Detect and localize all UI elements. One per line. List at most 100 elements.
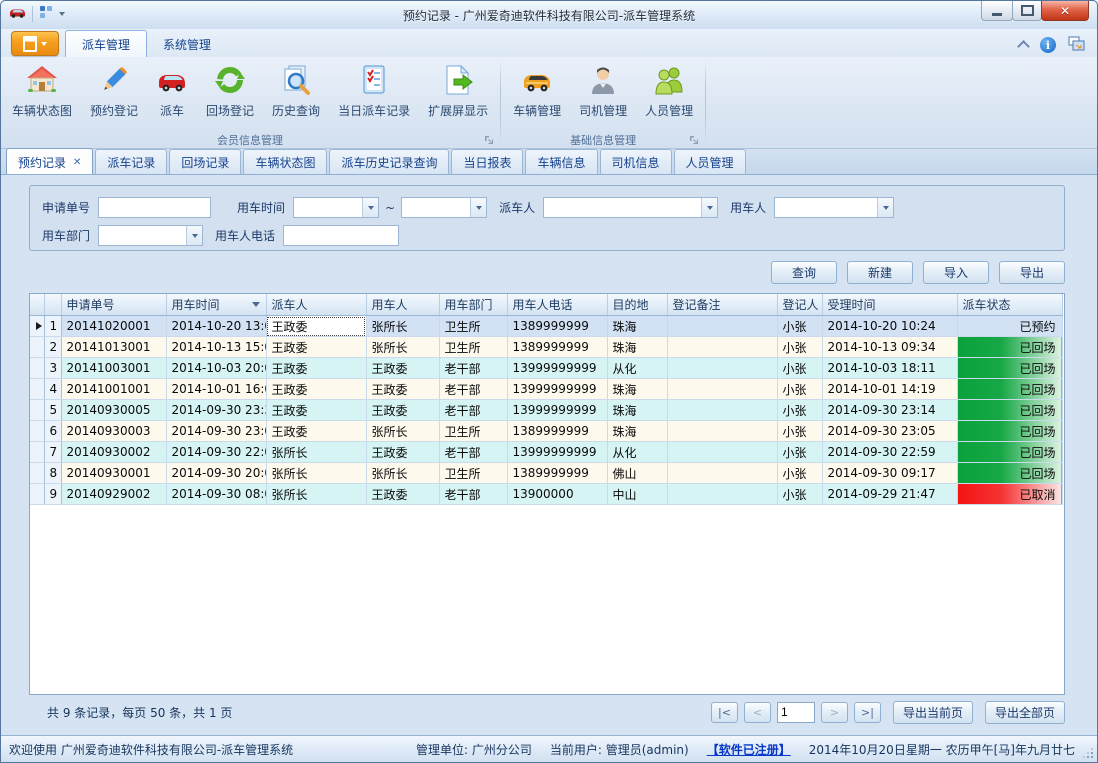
- screen-switch-icon[interactable]: [1068, 36, 1085, 54]
- cell-order-no[interactable]: 20140930005: [61, 400, 166, 421]
- cell-remark[interactable]: [667, 421, 777, 442]
- cell-accept-time[interactable]: 2014-09-30 09:17: [822, 463, 957, 484]
- first-page-button[interactable]: |<: [711, 702, 738, 723]
- cell-dept[interactable]: 老干部: [439, 358, 507, 379]
- header-status[interactable]: 派车状态: [957, 294, 1062, 316]
- cell-dispatcher[interactable]: 王政委: [266, 358, 366, 379]
- cell-dept[interactable]: 老干部: [439, 379, 507, 400]
- close-tab-icon[interactable]: ✕: [73, 158, 81, 168]
- use-time-from-select[interactable]: [293, 197, 379, 218]
- cell-order-no[interactable]: 20141001001: [61, 379, 166, 400]
- cell-phone[interactable]: 1389999999: [507, 337, 607, 358]
- cell-phone[interactable]: 1389999999: [507, 463, 607, 484]
- page-number-input[interactable]: [777, 702, 815, 723]
- tab-vehicle-info[interactable]: 车辆信息: [525, 149, 597, 174]
- cell-remark[interactable]: [667, 316, 777, 337]
- import-button[interactable]: 导入: [923, 261, 989, 284]
- table-row[interactable]: 1 20141020001 2014-10-20 13:00 王政委 张所长 卫…: [30, 316, 1062, 337]
- dept-select[interactable]: [98, 225, 203, 246]
- cell-dispatcher[interactable]: 张所长: [266, 442, 366, 463]
- ribbon-button-dispatch[interactable]: 派车: [147, 58, 197, 131]
- header-destination[interactable]: 目的地: [607, 294, 667, 316]
- cell-remark[interactable]: [667, 379, 777, 400]
- cell-dept[interactable]: 卫生所: [439, 421, 507, 442]
- cell-remark[interactable]: [667, 484, 777, 505]
- cell-dept[interactable]: 卫生所: [439, 316, 507, 337]
- cell-use-time[interactable]: 2014-09-30 22:00: [166, 442, 266, 463]
- cell-accept-time[interactable]: 2014-09-30 22:59: [822, 442, 957, 463]
- cell-remark[interactable]: [667, 463, 777, 484]
- tab-personnel-mgmt[interactable]: 人员管理: [674, 149, 746, 174]
- cell-user[interactable]: 张所长: [366, 463, 439, 484]
- header-dispatcher[interactable]: 派车人: [266, 294, 366, 316]
- tab-dispatch-history-query[interactable]: 派车历史记录查询: [329, 149, 449, 174]
- cell-destination[interactable]: 珠海: [607, 421, 667, 442]
- cell-order-no[interactable]: 20140929002: [61, 484, 166, 505]
- cell-accept-time[interactable]: 2014-09-30 23:14: [822, 400, 957, 421]
- cell-dept[interactable]: 卫生所: [439, 463, 507, 484]
- cell-status[interactable]: 已回场: [957, 379, 1062, 400]
- order-no-input[interactable]: [98, 197, 211, 218]
- cell-status[interactable]: 已回场: [957, 358, 1062, 379]
- cell-phone[interactable]: 13999999999: [507, 358, 607, 379]
- dialog-launcher-icon[interactable]: [484, 135, 494, 145]
- cell-registrar[interactable]: 小张: [777, 484, 822, 505]
- cell-dispatcher[interactable]: 张所长: [266, 463, 366, 484]
- header-dept[interactable]: 用车部门: [439, 294, 507, 316]
- dialog-launcher-icon[interactable]: [689, 135, 699, 145]
- application-menu-button[interactable]: [11, 31, 59, 56]
- ribbon-button-extended-screen[interactable]: 扩展屏显示: [419, 58, 497, 131]
- info-icon[interactable]: i: [1040, 37, 1056, 53]
- ribbon-tab-system[interactable]: 系统管理: [147, 31, 227, 57]
- table-row[interactable]: 4 20141001001 2014-10-01 16:00 王政委 王政委 老…: [30, 379, 1062, 400]
- cell-use-time[interactable]: 2014-10-03 20:00: [166, 358, 266, 379]
- cell-registrar[interactable]: 小张: [777, 463, 822, 484]
- header-use-time[interactable]: 用车时间: [166, 294, 266, 316]
- cell-user[interactable]: 张所长: [366, 421, 439, 442]
- resize-grip-icon[interactable]: [1083, 748, 1093, 758]
- query-button[interactable]: 查询: [771, 261, 837, 284]
- cell-user[interactable]: 王政委: [366, 358, 439, 379]
- cell-phone[interactable]: 13999999999: [507, 442, 607, 463]
- cell-status[interactable]: 已回场: [957, 463, 1062, 484]
- export-all-pages-button[interactable]: 导出全部页: [985, 701, 1065, 724]
- dispatcher-select[interactable]: [543, 197, 718, 218]
- ribbon-tab-dispatch[interactable]: 派车管理: [65, 30, 147, 57]
- cell-registrar[interactable]: 小张: [777, 442, 822, 463]
- header-user[interactable]: 用车人: [366, 294, 439, 316]
- cell-destination[interactable]: 从化: [607, 358, 667, 379]
- header-accept-time[interactable]: 受理时间: [822, 294, 957, 316]
- tab-return-records[interactable]: 回场记录: [169, 149, 241, 174]
- cell-status[interactable]: 已回场: [957, 400, 1062, 421]
- filter-arrow-icon[interactable]: [252, 302, 260, 311]
- export-current-page-button[interactable]: 导出当前页: [893, 701, 973, 724]
- cell-remark[interactable]: [667, 400, 777, 421]
- cell-remark[interactable]: [667, 358, 777, 379]
- header-order-no[interactable]: 申请单号: [61, 294, 166, 316]
- table-row[interactable]: 9 20140929002 2014-09-30 08:00 张所长 王政委 老…: [30, 484, 1062, 505]
- cell-user[interactable]: 张所长: [366, 316, 439, 337]
- cell-phone[interactable]: 13900000: [507, 484, 607, 505]
- cell-destination[interactable]: 佛山: [607, 463, 667, 484]
- close-button[interactable]: ✕: [1041, 1, 1089, 21]
- cell-destination[interactable]: 珠海: [607, 337, 667, 358]
- cell-user[interactable]: 张所长: [366, 337, 439, 358]
- prev-page-button[interactable]: <: [744, 702, 771, 723]
- license-link[interactable]: 【软件已注册】: [707, 741, 791, 758]
- cell-dept[interactable]: 老干部: [439, 484, 507, 505]
- cell-order-no[interactable]: 20140930001: [61, 463, 166, 484]
- cell-dept[interactable]: 卫生所: [439, 337, 507, 358]
- ribbon-button-driver-mgmt[interactable]: 司机管理: [570, 58, 636, 131]
- ribbon-button-personnel-mgmt[interactable]: 人员管理: [636, 58, 702, 131]
- cell-destination[interactable]: 中山: [607, 484, 667, 505]
- cell-status[interactable]: 已取消: [957, 484, 1062, 505]
- cell-phone[interactable]: 1389999999: [507, 421, 607, 442]
- cell-accept-time[interactable]: 2014-10-01 14:19: [822, 379, 957, 400]
- collapse-ribbon-icon[interactable]: [1017, 40, 1030, 53]
- cell-accept-time[interactable]: 2014-09-29 21:47: [822, 484, 957, 505]
- table-row[interactable]: 3 20141003001 2014-10-03 20:00 王政委 王政委 老…: [30, 358, 1062, 379]
- tab-daily-report[interactable]: 当日报表: [451, 149, 523, 174]
- header-registrar[interactable]: 登记人: [777, 294, 822, 316]
- cell-order-no[interactable]: 20140930003: [61, 421, 166, 442]
- cell-status[interactable]: 已预约: [957, 316, 1062, 337]
